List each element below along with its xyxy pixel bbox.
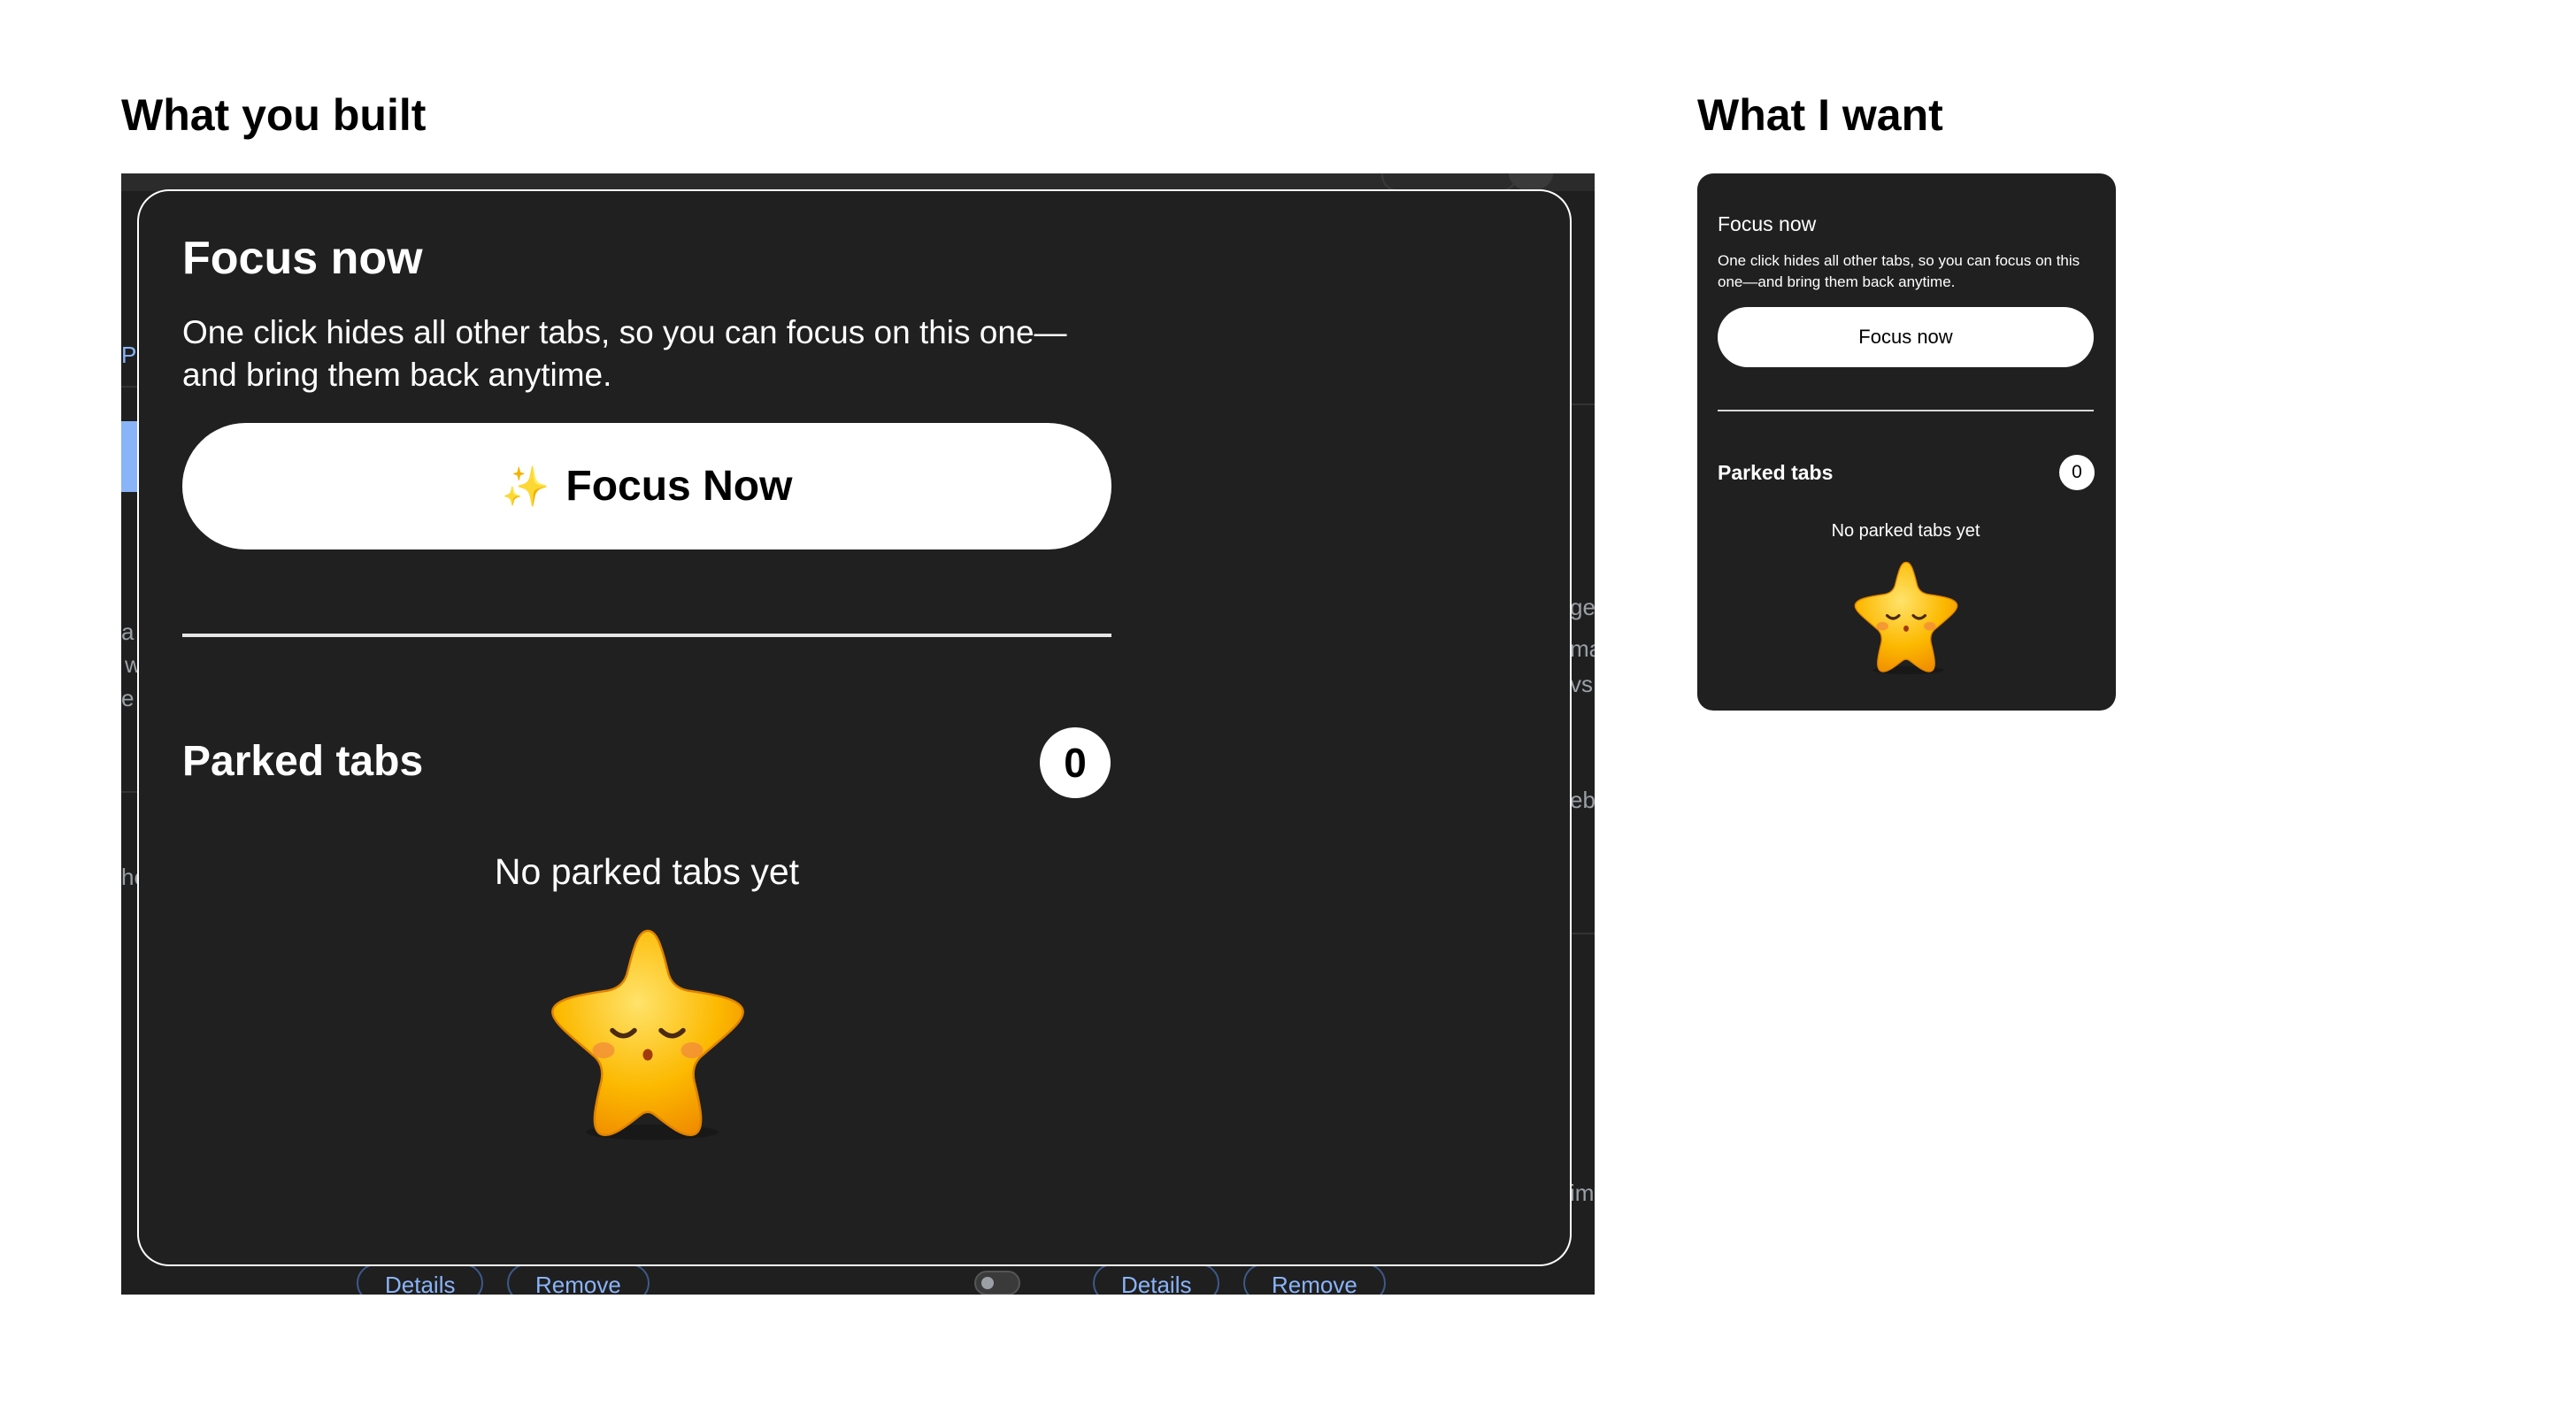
- built-popup: Focus now One click hides all other tabs…: [139, 191, 1570, 1264]
- sleeping-star-icon: [551, 929, 744, 1141]
- popup-description: One click hides all other tabs, so you c…: [182, 314, 1067, 393]
- divider: [1718, 410, 2094, 411]
- background-text: im: [1570, 1180, 1595, 1206]
- remove-button[interactable]: Remove: [1243, 1264, 1386, 1295]
- background-divider: [1570, 403, 1595, 405]
- background-text: eb: [1570, 787, 1595, 813]
- background-text: ma: [1570, 635, 1595, 662]
- remove-button[interactable]: Remove: [507, 1264, 650, 1295]
- background-divider: [121, 791, 139, 793]
- browser-address-pill: [1381, 173, 1518, 191]
- background-selection-accent: [121, 421, 139, 492]
- focus-now-button[interactable]: ✨ Focus Now: [182, 423, 1111, 549]
- background-divider: [1570, 933, 1595, 934]
- parked-count-badge: 0: [2059, 455, 2095, 490]
- parked-tabs-title: Parked tabs: [1718, 461, 1834, 484]
- wanted-popup: Focus now One click hides all other tabs…: [1697, 173, 2116, 711]
- focus-now-label: Focus Now: [565, 463, 793, 510]
- wanted-heading: What I want: [1697, 90, 1943, 140]
- background-text: vs: [1570, 671, 1593, 697]
- background-text: ge: [1570, 594, 1595, 620]
- details-button[interactable]: Details: [357, 1264, 484, 1295]
- sleeping-star-icon: [1854, 561, 1958, 674]
- divider: [182, 634, 1111, 637]
- extension-toggle[interactable]: [974, 1271, 1020, 1295]
- popup-description: One click hides all other tabs, so you c…: [1718, 252, 2080, 290]
- focus-now-button[interactable]: Focus now: [1718, 307, 2094, 367]
- sparkles-icon: ✨: [501, 465, 550, 509]
- popup-title: Focus now: [182, 233, 423, 284]
- details-button[interactable]: Details: [1093, 1264, 1220, 1295]
- background-text: e: [121, 685, 135, 711]
- popup-title: Focus now: [1718, 212, 1817, 235]
- parked-count-badge: 0: [1040, 727, 1111, 798]
- background-divider: [121, 386, 139, 388]
- empty-state-text: No parked tabs yet: [494, 851, 800, 892]
- built-heading: What you built: [121, 90, 427, 140]
- background-text: a: [121, 619, 135, 645]
- empty-state-text: No parked tabs yet: [1831, 521, 1980, 541]
- browser-toolbar: [121, 173, 1595, 191]
- parked-tabs-title: Parked tabs: [182, 738, 424, 785]
- built-screenshot: Pa a w e he ge ma vs eb im Details Remov…: [121, 173, 1595, 1295]
- toggle-knob: [981, 1277, 994, 1289]
